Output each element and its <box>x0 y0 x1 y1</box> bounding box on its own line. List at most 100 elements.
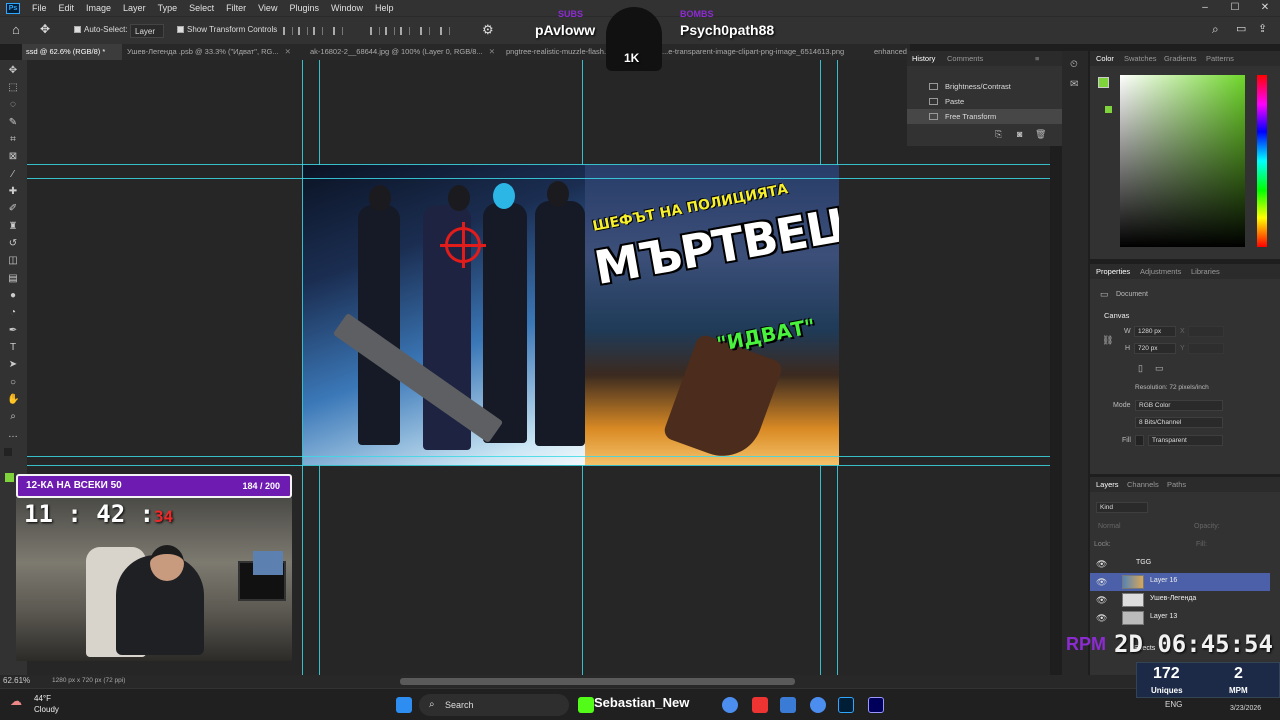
eyedropper-tool-icon[interactable]: ⁄ <box>7 169 19 181</box>
align-bottom-icon[interactable] <box>400 27 410 35</box>
tab-gradients[interactable]: Gradients <box>1164 54 1197 63</box>
menu-select[interactable]: Select <box>183 3 220 13</box>
menu-help[interactable]: Help <box>369 3 400 13</box>
color-picker-field[interactable] <box>1120 75 1245 247</box>
chrome-icon[interactable] <box>722 697 738 713</box>
layer-row[interactable]: 👁 Ушев-Легенда <box>1090 591 1270 609</box>
tab-color[interactable]: Color <box>1096 54 1114 63</box>
align-left-icon[interactable] <box>283 27 293 35</box>
minimize-icon[interactable]: – <box>1190 0 1220 16</box>
eye-icon[interactable]: 👁 <box>1096 595 1107 606</box>
weather-icon[interactable]: ☁ <box>10 694 22 708</box>
chrome-icon[interactable] <box>810 697 826 713</box>
history-row[interactable]: Paste <box>907 94 1062 109</box>
layer-row[interactable]: 👁 Layer 13 <box>1090 609 1270 627</box>
align-top-icon[interactable] <box>370 27 380 35</box>
transform-controls-checkbox[interactable]: Show Transform Controls <box>177 25 277 34</box>
bit-depth-select[interactable]: 8 Bits/Channel <box>1135 417 1223 428</box>
search-icon[interactable]: ⌕ <box>1212 22 1219 37</box>
lasso-tool-icon[interactable]: ◌ <box>7 99 19 111</box>
tab-document[interactable]: enhanced... <box>874 44 910 60</box>
background-swatch[interactable] <box>1105 106 1112 113</box>
comments-icon[interactable]: ✉ <box>1070 79 1078 90</box>
premiere-taskbar-icon[interactable] <box>868 697 884 713</box>
tab-comments[interactable]: Comments <box>947 54 983 63</box>
background-color-icon[interactable] <box>5 473 14 482</box>
tab-paths[interactable]: Paths <box>1167 480 1186 489</box>
panel-menu-icon[interactable]: ≡ <box>1035 54 1039 63</box>
landscape-icon[interactable]: ▭ <box>1155 363 1164 374</box>
menu-window[interactable]: Window <box>325 3 369 13</box>
height-field[interactable]: 720 px <box>1134 343 1176 354</box>
more-tools-icon[interactable]: … <box>7 429 19 441</box>
hue-slider[interactable] <box>1257 75 1267 247</box>
tab-layers[interactable]: Layers <box>1096 480 1119 489</box>
tab-adjustments[interactable]: Adjustments <box>1140 267 1181 276</box>
tab-document-active[interactable]: ssd @ 62.6% (RGB/8) * <box>22 44 122 60</box>
brush-tool-icon[interactable]: ✐ <box>7 203 19 215</box>
eraser-tool-icon[interactable]: ◫ <box>7 255 19 267</box>
menu-plugins[interactable]: Plugins <box>283 3 325 13</box>
close-icon[interactable]: ✕ <box>1250 0 1280 16</box>
align-middle-icon[interactable] <box>385 27 395 35</box>
distribute-spacing-icon[interactable] <box>440 27 450 35</box>
link-icon[interactable]: ⛓ <box>1102 335 1113 346</box>
history-icon[interactable]: ⏲ <box>1070 59 1078 70</box>
fill-swatch[interactable] <box>1135 435 1144 446</box>
tab-document[interactable]: ak-16802-2__68644.jpg @ 100% (Layer 0, R… <box>310 44 502 60</box>
trash-icon[interactable]: 🗑 <box>1035 129 1046 140</box>
width-field[interactable]: 1280 px <box>1134 326 1176 337</box>
tab-patterns[interactable]: Patterns <box>1206 54 1234 63</box>
fill-select[interactable]: Transparent <box>1148 435 1223 446</box>
canvas-section[interactable]: Canvas <box>1104 311 1129 320</box>
tab-properties[interactable]: Properties <box>1096 267 1130 276</box>
menu-layer[interactable]: Layer <box>117 3 152 13</box>
path-select-icon[interactable]: ➤ <box>7 359 19 371</box>
history-brush-icon[interactable]: ↺ <box>7 238 19 250</box>
marquee-tool-icon[interactable]: ⬚ <box>7 82 19 94</box>
eye-icon[interactable]: 👁 <box>1096 577 1107 588</box>
document-size[interactable]: 1280 px x 720 px (72 ppi) <box>52 677 125 684</box>
tab-document[interactable]: Ушев-Легенда .psb @ 33.3% ("Идват", RG..… <box>127 44 307 60</box>
new-document-from-state-icon[interactable]: ⎘ <box>995 129 1002 140</box>
quick-select-tool-icon[interactable]: ✎ <box>7 117 19 129</box>
align-center-icon[interactable] <box>298 27 308 35</box>
frame-tool-icon[interactable]: ⊠ <box>7 151 19 163</box>
taskbar-date[interactable]: 3/23/2026 <box>1230 705 1261 712</box>
layer-group-row[interactable]: 👁 TGG <box>1090 555 1270 573</box>
photoshop-taskbar-icon[interactable] <box>838 697 854 713</box>
portrait-icon[interactable]: ▯ <box>1138 363 1143 374</box>
history-row[interactable]: Brightness/Contrast <box>907 79 1062 94</box>
history-row-selected[interactable]: Free Transform <box>907 109 1062 124</box>
blend-mode-select[interactable]: Normal <box>1098 523 1121 530</box>
snapshot-icon[interactable]: ◙ <box>1017 129 1022 139</box>
tab-libraries[interactable]: Libraries <box>1191 267 1220 276</box>
layer-kind-filter[interactable]: Kind <box>1096 502 1148 513</box>
type-tool-icon[interactable]: T <box>7 342 19 354</box>
pen-tool-icon[interactable]: ✒ <box>7 325 19 337</box>
menu-file[interactable]: File <box>26 3 53 13</box>
zoom-level[interactable]: 62.61% <box>3 676 30 685</box>
auto-select-target-select[interactable]: Layer <box>130 24 164 38</box>
healing-brush-icon[interactable]: ✚ <box>7 186 19 198</box>
mode-select[interactable]: RGB Color <box>1135 400 1223 411</box>
menu-image[interactable]: Image <box>80 3 117 13</box>
y-field[interactable] <box>1188 343 1224 354</box>
home-icon[interactable]: ⌂ <box>12 22 20 37</box>
hand-tool-icon[interactable]: ✋ <box>7 394 19 406</box>
layer-row-selected[interactable]: 👁 Layer 16 <box>1090 573 1270 591</box>
share-icon[interactable]: ⇪ <box>1258 22 1267 35</box>
windows-start-icon[interactable] <box>396 697 412 713</box>
distribute-icon[interactable] <box>333 27 343 35</box>
x-field[interactable] <box>1188 326 1224 337</box>
taskbar-search[interactable]: ⌕ Search <box>419 694 569 716</box>
zoom-tool-icon[interactable]: ⌕ <box>7 411 19 423</box>
move-tool-icon[interactable]: ✥ <box>7 65 19 77</box>
move-tool-icon[interactable]: ✥ <box>40 22 50 36</box>
menu-type[interactable]: Type <box>152 3 184 13</box>
align-right-icon[interactable] <box>313 27 323 35</box>
document-canvas-image[interactable]: ШЕФЪТ НА ПОЛИЦИЯТА МЪРТВЕЦ? "ИДВАТ" <box>303 165 839 465</box>
shape-tool-icon[interactable]: ○ <box>7 377 19 389</box>
menu-edit[interactable]: Edit <box>53 3 81 13</box>
kick-icon[interactable] <box>578 697 594 713</box>
